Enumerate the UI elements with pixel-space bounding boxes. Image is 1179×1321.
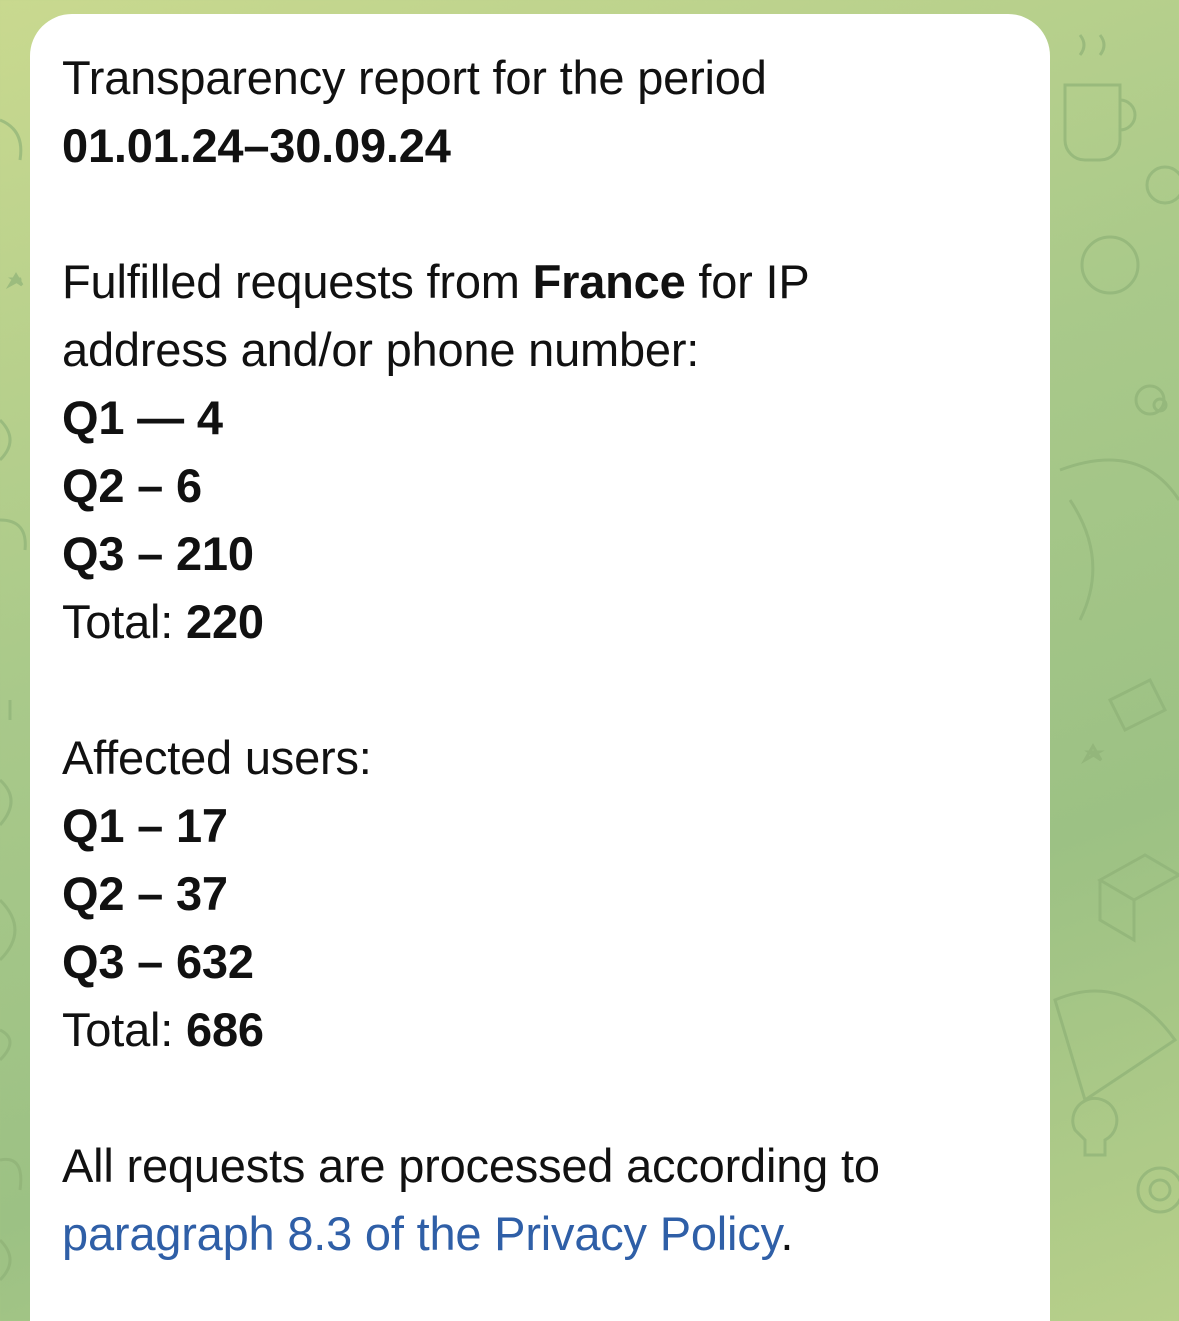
requests-total: Total: 220 <box>62 595 264 648</box>
requests-total-value: 220 <box>186 595 264 648</box>
users-q2: Q2 – 37 <box>62 867 228 920</box>
privacy-policy-link[interactable]: paragraph 8.3 of the Privacy Policy <box>62 1207 781 1260</box>
footer-link-line: paragraph 8.3 of the Privacy Policy. <box>62 1207 794 1260</box>
requests-q2: Q2 – 6 <box>62 459 202 512</box>
report-period: 01.01.24–30.09.24 <box>62 119 451 172</box>
country-name: France <box>532 255 686 308</box>
users-heading: Affected users: <box>62 731 372 784</box>
users-q1: Q1 – 17 <box>62 799 228 852</box>
users-total: Total: 686 <box>62 1003 264 1056</box>
requests-q1: Q1 — 4 <box>62 391 223 444</box>
users-q3: Q3 – 632 <box>62 935 254 988</box>
report-title: Transparency report for the period <box>62 51 767 104</box>
requests-intro: Fulfilled requests from France for IP <box>62 255 810 308</box>
requests-intro-line2: address and/or phone number: <box>62 323 700 376</box>
requests-q3: Q3 – 210 <box>62 527 254 580</box>
footer-text: All requests are processed according to <box>62 1139 880 1192</box>
users-total-value: 686 <box>186 1003 264 1056</box>
message-bubble: Transparency report for the period 01.01… <box>30 14 1050 1321</box>
